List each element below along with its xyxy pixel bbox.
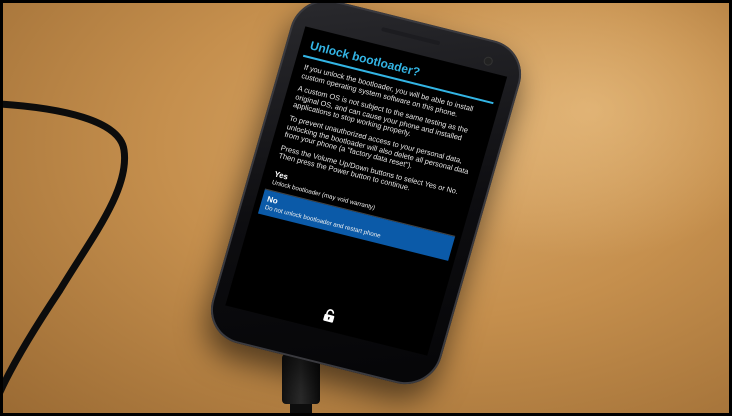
unlocked-padlock-icon bbox=[323, 309, 335, 323]
left-cable bbox=[0, 100, 129, 396]
photo-scene: Unlock bootloader? If you unlock the boo… bbox=[0, 0, 732, 416]
phone-camera bbox=[483, 56, 493, 66]
phone-speaker bbox=[381, 26, 441, 46]
